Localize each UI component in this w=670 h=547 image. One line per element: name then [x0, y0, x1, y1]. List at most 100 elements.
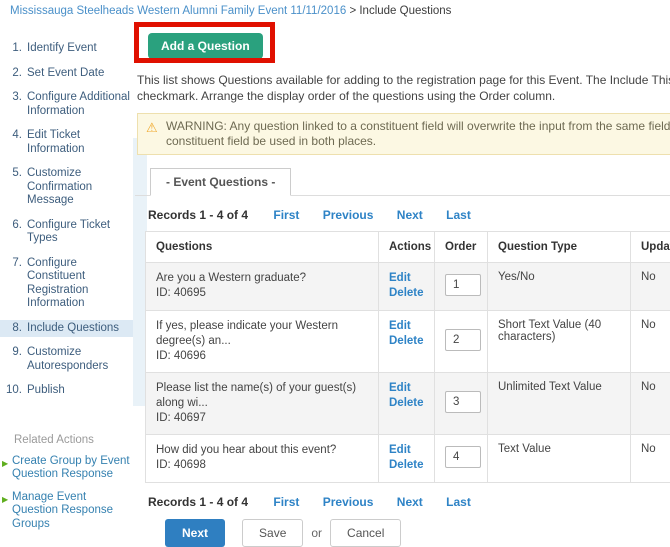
question-type: Yes/No [488, 263, 631, 311]
header-actions: Actions [379, 232, 435, 263]
pagination-first-link[interactable]: First [273, 495, 299, 509]
update-value: No [631, 373, 670, 435]
order-input[interactable] [445, 446, 481, 468]
warning-banner: ⚠ WARNING: Any question linked to a cons… [137, 113, 670, 155]
sidebar-step-item[interactable]: 4. Edit Ticket Information [0, 127, 135, 158]
sidebar-step-item[interactable]: 7. Configure Constituent Registration In… [0, 255, 135, 313]
tab-event-questions[interactable]: - Event Questions - [150, 168, 291, 196]
related-actions-section: Related Actions ▶ Create Group by Event … [0, 434, 135, 532]
step-number: 1. [6, 42, 22, 56]
related-action-label: Create Group by Event Question Response [12, 455, 135, 482]
delete-link[interactable]: Delete [389, 396, 424, 411]
order-input[interactable] [445, 329, 481, 351]
sidebar-step-item[interactable]: 10. Publish [0, 382, 135, 400]
related-actions-title: Related Actions [0, 434, 135, 446]
step-label: Identify Event [27, 42, 97, 56]
records-count: Records 1 - 4 of 4 [148, 495, 248, 509]
sidebar-step-item[interactable]: 3. Configure Additional Information [0, 89, 135, 120]
question-text: If yes, please indicate your Western deg… [156, 319, 368, 349]
sidebar-step-item[interactable]: 1. Identify Event [0, 40, 135, 58]
next-button[interactable]: Next [165, 519, 225, 547]
pagination-first-link[interactable]: First [273, 208, 299, 222]
pagination-next-link[interactable]: Next [397, 495, 423, 509]
warning-line-2: constituent field be used in both places… [166, 134, 670, 149]
delete-link[interactable]: Delete [389, 334, 424, 349]
intro-line-2: checkmark. Arrange the display order of … [137, 88, 670, 104]
step-number: 3. [6, 91, 22, 118]
step-label: Edit Ticket Information [27, 129, 131, 156]
related-action-link[interactable]: ▶ Create Group by Event Question Respons… [0, 455, 135, 482]
cancel-button[interactable]: Cancel [330, 519, 401, 547]
sidebar-step-item[interactable]: 6. Configure Ticket Types [0, 217, 135, 248]
step-label: Configure Ticket Types [27, 219, 131, 246]
steps-sidebar: 1. Identify Event 2. Set Event Date 3. C… [0, 40, 135, 540]
step-label: Customize Autoresponders [27, 346, 131, 373]
pagination-top: Records 1 - 4 of 4 First Previous Next L… [148, 208, 670, 222]
delete-link[interactable]: Delete [389, 458, 424, 473]
step-label: Publish [27, 384, 65, 398]
step-number: 8. [6, 322, 22, 336]
question-id: ID: 40696 [156, 349, 368, 364]
sidebar-step-item[interactable]: 2. Set Event Date [0, 65, 135, 83]
question-id: ID: 40697 [156, 411, 368, 426]
question-text: How did you hear about this event? [156, 443, 368, 458]
sidebar-step-item[interactable]: 8. Include Questions [0, 320, 135, 338]
order-input[interactable] [445, 274, 481, 296]
tab-bar: - Event Questions - [135, 168, 670, 196]
or-text: or [311, 526, 322, 540]
edit-link[interactable]: Edit [389, 381, 424, 396]
table-header-row: Questions Actions Order Question Type Up… [146, 232, 670, 263]
green-arrow-icon: ▶ [0, 491, 12, 532]
table-row: If yes, please indicate your Western deg… [146, 311, 670, 373]
step-label: Configure Constituent Registration Infor… [27, 257, 131, 311]
related-action-link[interactable]: ▶ Manage Event Question Response Groups [0, 491, 135, 532]
step-number: 5. [6, 167, 22, 208]
save-button[interactable]: Save [242, 519, 303, 547]
table-row: Are you a Western graduate? ID: 40695 Ed… [146, 263, 670, 311]
question-id: ID: 40698 [156, 458, 368, 473]
footer-button-bar: Next Save or Cancel [165, 519, 670, 547]
pagination-previous-link[interactable]: Previous [323, 208, 374, 222]
pagination-last-link[interactable]: Last [446, 495, 471, 509]
step-number: 2. [6, 67, 22, 81]
delete-link[interactable]: Delete [389, 286, 424, 301]
warning-line-1: WARNING: Any question linked to a consti… [166, 119, 670, 134]
event-questions-table: Questions Actions Order Question Type Up… [145, 231, 670, 483]
update-value: No [631, 435, 670, 483]
pagination-last-link[interactable]: Last [446, 208, 471, 222]
edit-link[interactable]: Edit [389, 443, 424, 458]
pagination-next-link[interactable]: Next [397, 208, 423, 222]
question-id: ID: 40695 [156, 286, 368, 301]
pagination-bottom: Records 1 - 4 of 4 First Previous Next L… [148, 495, 670, 509]
step-number: 10. [6, 384, 22, 398]
pagination-previous-link[interactable]: Previous [323, 495, 374, 509]
edit-link[interactable]: Edit [389, 271, 424, 286]
table-row: How did you hear about this event? ID: 4… [146, 435, 670, 483]
step-label: Include Questions [27, 322, 119, 336]
table-row: Please list the name(s) of your guest(s)… [146, 373, 670, 435]
intro-line-1: This list shows Questions available for … [137, 72, 670, 88]
edit-link[interactable]: Edit [389, 319, 424, 334]
question-type: Text Value [488, 435, 631, 483]
sidebar-step-item[interactable]: 5. Customize Confirmation Message [0, 165, 135, 210]
records-count: Records 1 - 4 of 4 [148, 208, 248, 222]
header-update: Update [631, 232, 670, 263]
header-order: Order [435, 232, 488, 263]
step-number: 7. [6, 257, 22, 311]
add-question-button[interactable]: Add a Question [148, 33, 263, 59]
step-label: Configure Additional Information [27, 91, 131, 118]
warning-triangle-icon: ⚠ [146, 120, 158, 135]
main-content: Add a Question This list shows Questions… [135, 0, 670, 547]
sidebar-step-item[interactable]: 9. Customize Autoresponders [0, 344, 135, 375]
intro-text: This list shows Questions available for … [137, 72, 670, 104]
order-input[interactable] [445, 391, 481, 413]
step-label: Set Event Date [27, 67, 104, 81]
question-text: Please list the name(s) of your guest(s)… [156, 381, 368, 411]
update-value: No [631, 311, 670, 373]
header-question-type: Question Type [488, 232, 631, 263]
step-label: Customize Confirmation Message [27, 167, 131, 208]
update-value: No [631, 263, 670, 311]
header-questions: Questions [146, 232, 379, 263]
step-number: 4. [6, 129, 22, 156]
related-action-label: Manage Event Question Response Groups [12, 491, 135, 532]
